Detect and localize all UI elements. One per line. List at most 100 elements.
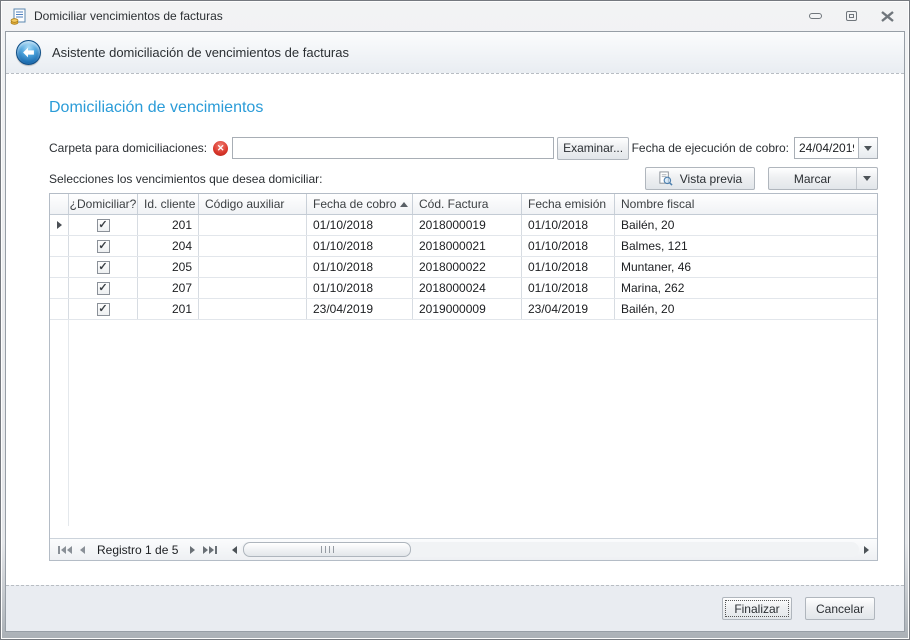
scroll-left-icon [232,546,237,554]
cell-fecha-emision: 01/10/2018 [522,236,615,256]
previous-record-button[interactable] [76,539,89,560]
date-dropdown-button[interactable] [858,138,877,158]
folder-input[interactable] [232,137,554,159]
record-counter: Registro 1 de 5 [89,543,186,557]
mark-dropdown-button[interactable] [856,168,877,189]
domiciliar-checkbox[interactable] [97,261,110,274]
vencimientos-grid: ¿Domiciliar? Id. cliente Código auxiliar… [49,193,878,561]
scroll-right-icon [864,546,869,554]
column-header-id-cliente[interactable]: Id. cliente [138,194,199,214]
record-navigator: Registro 1 de 5 [50,538,877,560]
cell-id-cliente: 207 [138,278,199,298]
maximize-button[interactable] [843,9,859,23]
column-header-fecha-emision[interactable]: Fecha emisión [522,194,615,214]
row-indicator-cell [50,257,69,277]
cell-fecha-cobro: 23/04/2019 [307,299,413,319]
execution-date-combo [794,137,878,159]
domiciliar-checkbox[interactable] [97,303,110,316]
folder-date-row: Carpeta para domiciliaciones: ✕ Examinar… [49,137,878,159]
last-record-button[interactable] [199,539,221,560]
table-row[interactable]: 204 01/10/2018 2018000021 01/10/2018 Bal… [50,236,877,257]
domiciliar-checkbox[interactable] [97,219,110,232]
wizard-header: Asistente domiciliación de vencimientos … [6,32,904,74]
wizard-title: Asistente domiciliación de vencimientos … [52,45,349,60]
cell-id-cliente: 201 [138,215,199,235]
domiciliar-checkbox[interactable] [97,282,110,295]
previous-record-icon [80,546,85,554]
first-record-icon [58,546,60,554]
grid-header-row: ¿Domiciliar? Id. cliente Código auxiliar… [50,194,877,215]
minimize-button[interactable] [807,9,823,23]
cell-nombre-fiscal: Bailén, 20 [615,215,877,235]
back-button[interactable] [16,40,41,65]
column-header-nombre-fiscal[interactable]: Nombre fiscal [615,194,877,214]
last-record-icon [215,546,217,554]
cell-domiciliar [69,215,138,235]
scroll-right-button[interactable] [859,546,873,554]
back-arrow-icon [22,46,35,59]
cell-cod-factura: 2019000009 [413,299,522,319]
preview-button[interactable]: Vista previa [645,167,755,190]
current-row-arrow-icon [57,221,62,229]
cell-cod-factura: 2018000019 [413,215,522,235]
selection-buttons: Vista previa Marcar [645,167,878,190]
chevron-down-icon [863,176,871,181]
chevron-down-icon [864,146,872,151]
cell-domiciliar [69,278,138,298]
column-header-fecha-cobro[interactable]: Fecha de cobro [307,194,413,214]
next-record-button[interactable] [186,539,199,560]
cell-codigo-auxiliar [199,278,307,298]
invoice-coins-icon [10,8,27,25]
titlebar: Domiciliar vencimientos de facturas [1,1,909,31]
scrollbar-thumb[interactable] [243,542,411,557]
maximize-icon [846,11,857,21]
mark-button[interactable]: Marcar [768,167,878,190]
cell-id-cliente: 205 [138,257,199,277]
cell-fecha-emision: 01/10/2018 [522,257,615,277]
table-row[interactable]: 205 01/10/2018 2018000022 01/10/2018 Mun… [50,257,877,278]
close-button[interactable] [879,9,895,23]
column-header-domiciliar[interactable]: ¿Domiciliar? [69,194,138,214]
cell-id-cliente: 201 [138,299,199,319]
cell-domiciliar [69,257,138,277]
cell-nombre-fiscal: Muntaner, 46 [615,257,877,277]
cell-codigo-auxiliar [199,257,307,277]
execution-date-input[interactable] [795,138,858,158]
validation-error-icon: ✕ [213,141,228,156]
cell-fecha-emision: 01/10/2018 [522,215,615,235]
grid-empty-area [50,320,877,538]
cell-cod-factura: 2018000024 [413,278,522,298]
table-row[interactable]: 207 01/10/2018 2018000024 01/10/2018 Mar… [50,278,877,299]
row-indicator-cell [50,278,69,298]
cell-fecha-cobro: 01/10/2018 [307,257,413,277]
table-row[interactable]: 201 23/04/2019 2019000009 23/04/2019 Bai… [50,299,877,320]
cell-nombre-fiscal: Marina, 262 [615,278,877,298]
first-record-button[interactable] [54,539,76,560]
preview-button-label: Vista previa [680,172,742,186]
content-area: Domiciliación de vencimientos Carpeta pa… [6,74,904,585]
cell-codigo-auxiliar [199,215,307,235]
preview-icon [658,171,673,186]
column-header-cod-factura[interactable]: Cód. Factura [413,194,522,214]
browse-button[interactable]: Examinar... [557,137,629,160]
next-record-icon [190,546,195,554]
row-indicator-cell [50,215,69,235]
window-title: Domiciliar vencimientos de facturas [34,9,787,23]
scroll-left-button[interactable] [227,546,241,554]
mark-button-label[interactable]: Marcar [769,172,856,186]
selection-row: Selecciones los vencimientos que desea d… [49,165,878,190]
page-title: Domiciliación de vencimientos [49,99,878,117]
execution-date-label: Fecha de ejecución de cobro: [632,141,789,155]
cancel-button[interactable]: Cancelar [805,597,875,620]
table-row[interactable]: 201 01/10/2018 2018000019 01/10/2018 Bai… [50,215,877,236]
cell-cod-factura: 2018000022 [413,257,522,277]
sort-ascending-icon [400,202,408,207]
column-header-codigo-auxiliar[interactable]: Código auxiliar [199,194,307,214]
domiciliar-checkbox[interactable] [97,240,110,253]
finish-button[interactable]: Finalizar [722,597,792,620]
selection-label: Selecciones los vencimientos que desea d… [49,172,322,190]
scrollbar-track[interactable] [241,542,859,557]
cell-domiciliar [69,236,138,256]
cell-fecha-cobro: 01/10/2018 [307,236,413,256]
cell-fecha-emision: 23/04/2019 [522,299,615,319]
